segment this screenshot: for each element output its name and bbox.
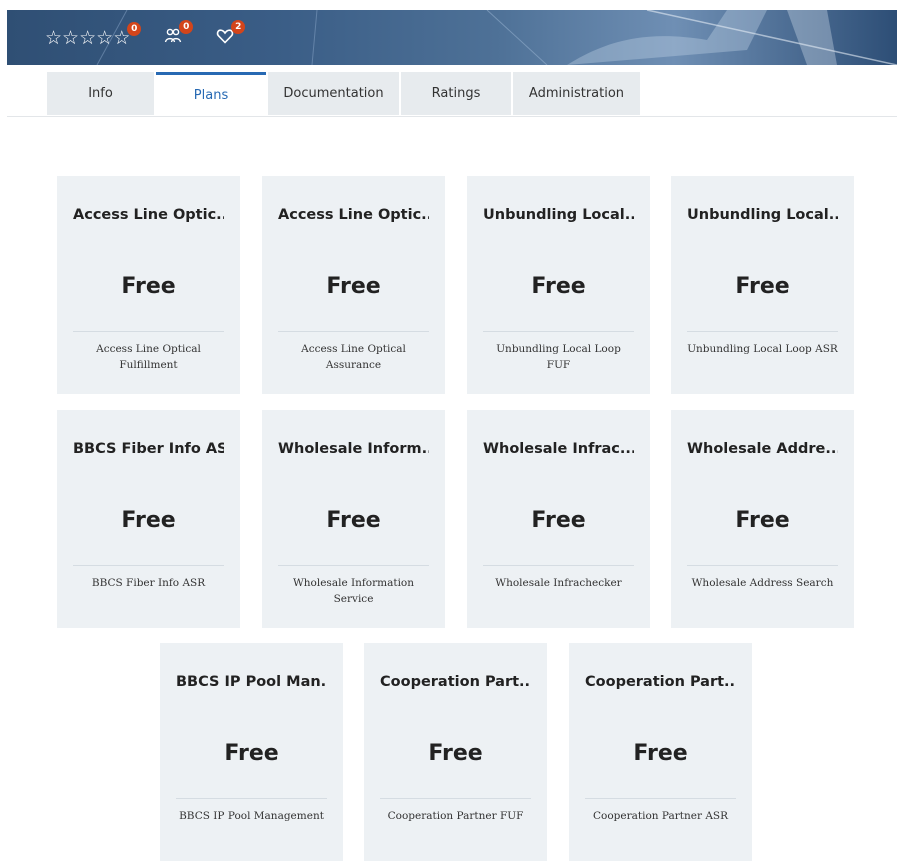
plan-divider [176, 798, 327, 799]
plan-card[interactable]: Wholesale Infrac... Free Wholesale Infra… [467, 410, 650, 628]
header-banner: ☆ ☆ ☆ ☆ ☆ 0 0 2 [7, 10, 897, 65]
plan-divider [73, 331, 224, 332]
star-icon: ☆ [45, 26, 63, 49]
plan-price: Free [121, 274, 176, 299]
plan-price: Free [633, 741, 688, 766]
subscribers-stat: 0 [164, 20, 194, 49]
tab-plans[interactable]: Plans [156, 72, 266, 115]
plan-card[interactable]: Cooperation Part... Free Cooperation Par… [364, 643, 547, 861]
subscribers-count-badge: 0 [179, 20, 194, 34]
plan-divider [483, 565, 634, 566]
plan-description: Unbundling Local Loop FUF [496, 343, 621, 371]
plan-title: BBCS Fiber Info ASR [73, 441, 224, 457]
star-icon: ☆ [96, 26, 114, 49]
plan-divider [73, 565, 224, 566]
plan-divider [380, 798, 531, 799]
plan-title: Cooperation Part... [585, 674, 736, 690]
plan-title: Unbundling Local... [687, 207, 838, 223]
plan-description: BBCS Fiber Info ASR [91, 577, 206, 589]
rating-stars: ☆ ☆ ☆ ☆ ☆ [45, 26, 130, 49]
plan-description: Unbundling Local Loop ASR [687, 343, 838, 355]
plan-card[interactable]: Unbundling Local... Free Unbundling Loca… [671, 176, 854, 394]
plan-card[interactable]: Wholesale Inform... Free Wholesale Infor… [262, 410, 445, 628]
plan-description: Cooperation Partner FUF [387, 810, 524, 822]
tab-documentation[interactable]: Documentation [268, 72, 399, 115]
plan-description: Access Line Optical Fulfillment [96, 343, 201, 371]
plan-price: Free [224, 741, 279, 766]
plan-description: Wholesale Information Service [292, 577, 415, 605]
plan-card[interactable]: BBCS IP Pool Man... Free BBCS IP Pool Ma… [160, 643, 343, 861]
plan-description: BBCS IP Pool Management [179, 810, 324, 822]
plan-description: Cooperation Partner ASR [593, 810, 728, 822]
plan-title: Cooperation Part... [380, 674, 531, 690]
plan-price: Free [326, 508, 381, 533]
plan-price: Free [735, 274, 790, 299]
tab-info[interactable]: Info [47, 72, 154, 115]
plan-title: Wholesale Addre... [687, 441, 838, 457]
plan-divider [278, 331, 429, 332]
plan-price: Free [428, 741, 483, 766]
plan-divider [687, 331, 838, 332]
tab-divider [7, 116, 897, 117]
plan-price: Free [326, 274, 381, 299]
star-icon: ☆ [62, 26, 80, 49]
plan-title: Access Line Optic... [73, 207, 224, 223]
plan-title: Wholesale Inform... [278, 441, 429, 457]
plan-card[interactable]: Cooperation Part... Free Cooperation Par… [569, 643, 752, 861]
tab-ratings[interactable]: Ratings [401, 72, 511, 115]
plan-price: Free [531, 508, 586, 533]
plan-price: Free [531, 274, 586, 299]
plan-price: Free [121, 508, 176, 533]
plan-card[interactable]: BBCS Fiber Info ASR Free BBCS Fiber Info… [57, 410, 240, 628]
plan-divider [278, 565, 429, 566]
tab-administration[interactable]: Administration [513, 72, 640, 115]
favorites-count-badge: 2 [231, 20, 246, 34]
plan-description: Access Line Optical Assurance [301, 343, 406, 371]
star-icon: ☆ [79, 26, 97, 49]
plan-card[interactable]: Access Line Optic... Free Access Line Op… [57, 176, 240, 394]
favorites-stat[interactable]: 2 [216, 20, 246, 49]
plan-description: Wholesale Infrachecker [495, 577, 622, 589]
plan-divider [585, 798, 736, 799]
plan-card[interactable]: Access Line Optic... Free Access Line Op… [262, 176, 445, 394]
plan-title: Access Line Optic... [278, 207, 429, 223]
rating-stat: ☆ ☆ ☆ ☆ ☆ 0 [45, 21, 142, 49]
plan-card[interactable]: Wholesale Addre... Free Wholesale Addres… [671, 410, 854, 628]
tab-bar: Info Plans Documentation Ratings Adminis… [47, 72, 642, 115]
plan-description: Wholesale Address Search [691, 577, 834, 589]
plan-title: Unbundling Local... [483, 207, 634, 223]
plan-divider [483, 331, 634, 332]
plan-price: Free [735, 508, 790, 533]
plan-divider [687, 565, 838, 566]
plan-title: BBCS IP Pool Man... [176, 674, 327, 690]
plan-title: Wholesale Infrac... [483, 441, 634, 457]
plan-card[interactable]: Unbundling Local... Free Unbundling Loca… [467, 176, 650, 394]
rating-count-badge: 0 [127, 21, 142, 36]
